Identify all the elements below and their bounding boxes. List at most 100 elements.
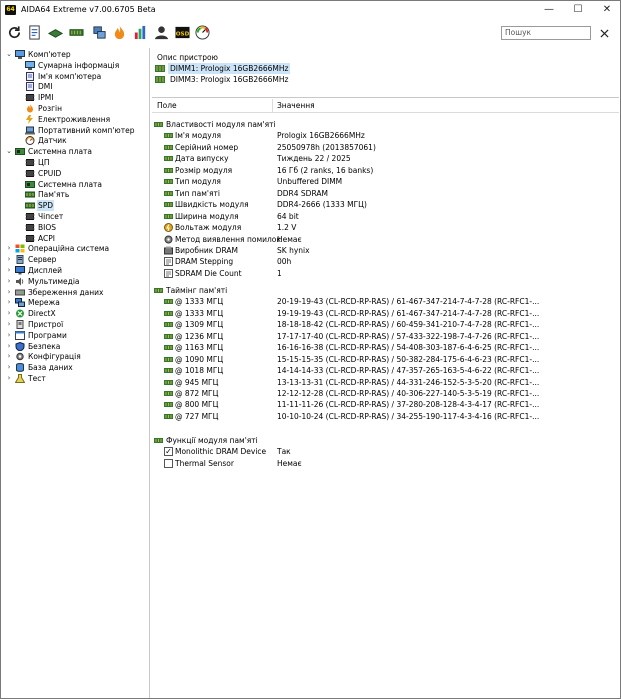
tree-item-display[interactable]: › Дисплей [2, 265, 148, 276]
memory-module-icon [164, 189, 173, 198]
detail-row[interactable]: Метод виявлення помилок Немає [152, 234, 619, 245]
tree-item-multimedia[interactable]: › Мультимедіа [2, 276, 148, 287]
detail-row[interactable]: @ 872 МГЦ 12-12-12-28 (CL-RCD-RP-RAS) / 4… [152, 388, 619, 399]
motherboard-icon[interactable] [48, 25, 63, 40]
tree-item-overclock[interactable]: Розгін [2, 103, 148, 114]
detail-row[interactable]: Швидкість модуля DDR4-2666 (1333 МГЦ) [152, 199, 619, 210]
maximize-button[interactable]: ☐ [564, 1, 592, 19]
tree-item-dmi[interactable]: DMI [2, 81, 148, 92]
expand-arrow-icon[interactable]: › [5, 265, 13, 276]
tree-item-label: BIOS [38, 223, 57, 232]
tree-item-benchmark[interactable]: › Тест [2, 373, 148, 384]
collapse-arrow-icon[interactable]: ⌄ [5, 49, 13, 60]
tree-item-motherboard-group[interactable]: ⌄ Системна плата [2, 146, 148, 157]
minimize-button[interactable]: — [535, 1, 563, 19]
detail-row[interactable]: Розмір модуля 16 Гб (2 ranks, 16 banks) [152, 165, 619, 176]
tree-item-ipmi[interactable]: IPMI [2, 92, 148, 103]
osd-icon[interactable]: OSD [175, 25, 190, 40]
memory-module-icon [164, 166, 173, 175]
detail-row[interactable]: SDRAM Die Count 1 [152, 268, 619, 279]
expand-arrow-icon[interactable]: › [5, 319, 13, 330]
tree-item-memory[interactable]: Пам'ять [2, 189, 148, 200]
expand-arrow-icon[interactable]: › [5, 276, 13, 287]
detail-row[interactable]: Thermal Sensor Немає [152, 458, 619, 469]
detail-row[interactable]: Дата випуску Тиждень 22 / 2025 [152, 153, 619, 164]
field-name: Ширина модуля [175, 212, 239, 221]
clear-search-icon[interactable] [600, 29, 609, 38]
tree-item-chipset[interactable]: Чіпсет [2, 211, 148, 222]
details-pane: Поле Значення Властивості модуля пам'яті… [152, 99, 619, 698]
tree-item-database[interactable]: › База даних [2, 362, 148, 373]
tree-item-cpu[interactable]: ЦП [2, 157, 148, 168]
detail-row[interactable]: @ 1309 МГЦ 18-18-18-42 (CL-RCD-RP-RAS) / … [152, 319, 619, 330]
field-value: 14-14-14-33 (CL-RCD-RP-RAS) / 47-357-265… [277, 366, 540, 375]
tree-item-label: DMI [38, 82, 53, 91]
close-button[interactable]: ✕ [593, 1, 621, 19]
detail-row[interactable]: DRAM Stepping 00h [152, 256, 619, 267]
detail-row[interactable]: Ім'я модуля Prologix 16GB2666MHz [152, 130, 619, 141]
user-icon[interactable] [154, 25, 169, 40]
refresh-icon[interactable] [7, 25, 22, 40]
tree-item-network[interactable]: › Мережа [2, 297, 148, 308]
field-name: @ 727 МГЦ [175, 412, 219, 421]
detail-row[interactable]: @ 1090 МГЦ 15-15-15-35 (CL-RCD-RP-RAS) / … [152, 354, 619, 365]
expand-arrow-icon[interactable]: › [5, 351, 13, 362]
tree-item-spd[interactable]: SPD [2, 200, 148, 211]
report-icon[interactable] [27, 25, 42, 40]
bar-chart-icon[interactable] [133, 25, 148, 40]
detail-row[interactable]: @ 1163 МГЦ 16-16-16-38 (CL-RCD-RP-RAS) / … [152, 342, 619, 353]
detail-row[interactable]: @ 1333 МГЦ 20-19-19-43 (CL-RCD-RP-RAS) / … [152, 296, 619, 307]
detail-row[interactable]: Ширина модуля 64 bit [152, 211, 619, 222]
tree-item-power-management[interactable]: Електроживлення [2, 114, 148, 125]
tree-item-config[interactable]: › Конфігурація [2, 351, 148, 362]
expand-arrow-icon[interactable]: › [5, 373, 13, 384]
tree-item-server[interactable]: › Сервер [2, 254, 148, 265]
config-icon [15, 352, 25, 361]
field-column-header[interactable]: Поле [157, 101, 177, 110]
field-name: @ 1309 МГЦ [175, 320, 224, 329]
field-value: 16-16-16-38 (CL-RCD-RP-RAS) / 54-408-303… [277, 343, 540, 352]
detail-row[interactable]: Тип модуля Unbuffered DIMM [152, 176, 619, 187]
memory-module-icon [164, 297, 173, 306]
detail-row[interactable]: @ 800 МГЦ 11-11-11-26 (CL-RCD-RP-RAS) / 3… [152, 399, 619, 410]
tree-item-software[interactable]: › Програми [2, 330, 148, 341]
detail-row[interactable]: @ 1018 МГЦ 14-14-14-33 (CL-RCD-RP-RAS) / … [152, 365, 619, 376]
tree-item-directx[interactable]: › DirectX [2, 308, 148, 319]
network-icon[interactable] [92, 25, 107, 40]
tree-item-operating-system[interactable]: › Операційна система [2, 243, 148, 254]
column-divider[interactable] [272, 99, 273, 112]
tree-item-cpuid[interactable]: CPUID [2, 168, 148, 179]
flame-icon[interactable] [112, 25, 127, 40]
detail-row[interactable]: Тип пам'яті DDR4 SDRAM [152, 188, 619, 199]
memory-icon[interactable] [69, 25, 84, 40]
tree-item-devices[interactable]: › Пристрої [2, 319, 148, 330]
search-input[interactable]: Пошук [501, 26, 591, 40]
memory-module-icon [164, 212, 173, 221]
detail-row[interactable]: @ 727 МГЦ 10-10-10-24 (CL-RCD-RP-RAS) / 3… [152, 411, 619, 422]
tree-item-summary[interactable]: Сумарна інформація [2, 60, 148, 71]
detail-row[interactable]: @ 945 МГЦ 13-13-13-31 (CL-RCD-RP-RAS) / 4… [152, 377, 619, 388]
field-name: Тип модуля [175, 177, 221, 186]
tree-item-bios[interactable]: BIOS [2, 222, 148, 233]
chip-icon [25, 223, 35, 232]
expand-arrow-icon[interactable]: › [5, 297, 13, 308]
detail-row[interactable]: Виробник DRAM SK hynix [152, 245, 619, 256]
detail-row[interactable]: @ 1333 МГЦ 19-19-19-43 (CL-RCD-RP-RAS) / … [152, 308, 619, 319]
tree-item-sensor[interactable]: Датчик [2, 135, 148, 146]
expand-arrow-icon[interactable]: › [5, 362, 13, 373]
chip-icon [25, 169, 35, 178]
tree-item-computer[interactable]: ⌄ Комп'ютер [2, 49, 148, 60]
detail-row[interactable]: @ 1236 МГЦ 17-17-17-40 (CL-RCD-RP-RAS) / … [152, 331, 619, 342]
tree-item-label: Програми [28, 331, 67, 340]
detail-row[interactable]: Вольтаж модуля 1.2 V [152, 222, 619, 233]
collapse-arrow-icon[interactable]: ⌄ [5, 146, 13, 157]
value-column-header[interactable]: Значення [277, 101, 315, 110]
expand-arrow-icon[interactable]: › [5, 330, 13, 341]
expand-arrow-icon[interactable]: › [5, 243, 13, 254]
expand-arrow-icon[interactable]: › [5, 254, 13, 265]
detail-row[interactable]: ✓ Monolithic DRAM Device Так [152, 446, 619, 457]
detail-row[interactable]: Серійний номер 25050978h (2013857061) [152, 142, 619, 153]
checkbox-checked-icon: ✓ [164, 447, 173, 456]
expand-arrow-icon[interactable]: › [5, 308, 13, 319]
speedometer-icon[interactable] [195, 25, 210, 40]
